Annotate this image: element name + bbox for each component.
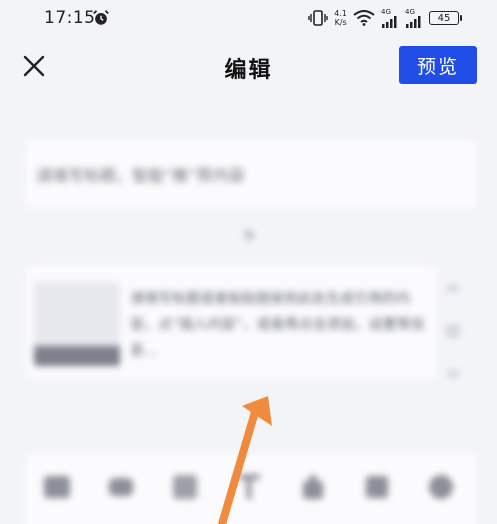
more-tool-icon[interactable]: [426, 472, 456, 502]
move-up-icon[interactable]: [446, 282, 460, 296]
status-icons: 4.1 K/s 4G 4G 45: [308, 6, 462, 30]
signal-1-type: 4G: [381, 7, 391, 16]
signal-2: 4G: [405, 7, 423, 28]
article-controls: [444, 282, 462, 408]
title-placeholder: 请填写标题，智能“推”荐内容: [36, 166, 245, 185]
article-summary: 请填写标题或者粘贴链接到此处生成引用的内容，点“插入内容”，或者再点击添加，设置…: [130, 291, 425, 359]
product-tool-icon[interactable]: [298, 472, 328, 502]
alarm-clock-icon: [93, 10, 109, 25]
vibrate-icon: [308, 10, 328, 26]
video-tool-icon[interactable]: [106, 472, 136, 502]
signal-bars-icon: [382, 15, 397, 28]
image-tool-icon[interactable]: [42, 472, 72, 502]
article-thumbnail: [34, 282, 120, 366]
signal-1: 4G: [381, 7, 399, 28]
text-tool-icon[interactable]: [234, 472, 264, 502]
preview-button[interactable]: 预览: [399, 46, 477, 84]
article-card[interactable]: 请填写标题或者粘贴链接到此处生成引用的内容，点“插入内容”，或者再点击添加，设置…: [26, 266, 436, 378]
add-icon[interactable]: [240, 226, 258, 244]
wifi-icon: [353, 10, 375, 26]
editor-content: 请填写标题，智能“推”荐内容 请填写标题或者粘贴链接到此处生成引用的内容，点“插…: [0, 110, 497, 524]
battery-indicator: 45: [429, 11, 462, 25]
delete-icon[interactable]: [446, 324, 460, 338]
insert-toolbar: [26, 454, 476, 524]
network-speed-unit: K/s: [334, 18, 347, 27]
network-speed: 4.1 K/s: [334, 9, 347, 27]
title-input[interactable]: 请填写标题，智能“推”荐内容: [26, 140, 476, 208]
header: 编辑 预览: [0, 36, 497, 96]
signal-bars-icon: [406, 15, 421, 28]
move-down-icon[interactable]: [446, 366, 460, 380]
status-time: 17:15: [44, 8, 96, 28]
status-bar: 17:15 4.1 K/s 4G 4G 45: [0, 0, 497, 36]
music-tool-icon[interactable]: [170, 472, 200, 502]
signal-2-type: 4G: [405, 7, 415, 16]
battery-level: 45: [437, 12, 451, 24]
network-speed-value: 4.1: [334, 9, 347, 18]
thumbnail-badge: [34, 346, 120, 366]
link-tool-icon[interactable]: [362, 472, 392, 502]
